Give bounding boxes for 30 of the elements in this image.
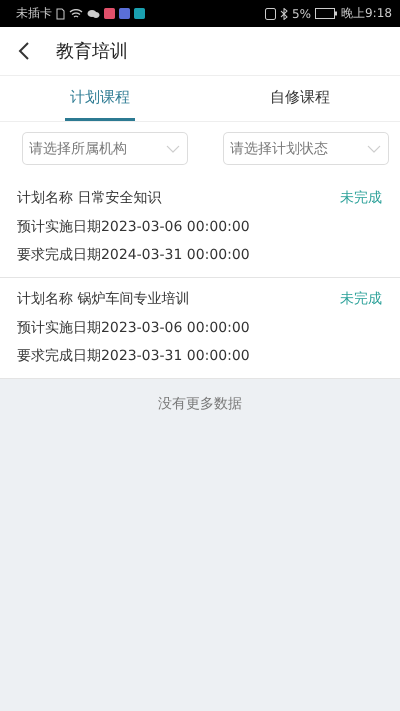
dropdown-field[interactable]: 请选择所属机构 bbox=[22, 132, 188, 165]
nfc-icon bbox=[265, 8, 276, 20]
bluetooth-icon bbox=[280, 8, 288, 20]
battery-icon bbox=[315, 8, 338, 19]
back-icon bbox=[18, 41, 30, 61]
plan-card[interactable]: 计划名称 日常安全知识 未完成 预计实施日期2023-03-06 00:00:00 要求完成日期2024-03-31 00:00:00 bbox=[0, 177, 400, 278]
clock-text: 晚上9:18 bbox=[341, 5, 392, 22]
carrier-text: 未插卡 bbox=[16, 5, 52, 22]
chat-icon bbox=[87, 8, 100, 18]
plan-name: 计划名称 锅炉车间专业培训 bbox=[17, 290, 190, 308]
plan-status: 未完成 bbox=[340, 189, 382, 207]
plan-status: 未完成 bbox=[340, 290, 382, 308]
tab[interactable]: 自修课程 bbox=[265, 76, 335, 121]
chevron-down-icon bbox=[166, 145, 180, 153]
sim-icon bbox=[56, 8, 65, 20]
page-title: 教育培训 bbox=[56, 40, 128, 63]
start-date: 预计实施日期2023-03-06 00:00:00 bbox=[17, 218, 251, 237]
wifi-icon bbox=[69, 8, 83, 19]
due-date: 要求完成日期2024-03-31 00:00:00 bbox=[17, 246, 251, 265]
plan-name: 计划名称 日常安全知识 bbox=[17, 189, 162, 207]
app-icon bbox=[104, 8, 115, 19]
due-date: 要求完成日期2023-03-31 00:00:00 bbox=[17, 347, 251, 366]
chevron-down-icon bbox=[367, 145, 381, 153]
app-icon bbox=[119, 8, 130, 19]
start-date: 预计实施日期2023-03-06 00:00:00 bbox=[17, 319, 251, 338]
dropdown-field[interactable]: 请选择计划状态 bbox=[223, 132, 389, 165]
app-icon bbox=[134, 8, 145, 19]
no-more-data-text: 没有更多数据 bbox=[158, 395, 242, 414]
tab[interactable]: 计划课程 bbox=[65, 76, 135, 121]
battery-text: 5% bbox=[292, 6, 312, 20]
